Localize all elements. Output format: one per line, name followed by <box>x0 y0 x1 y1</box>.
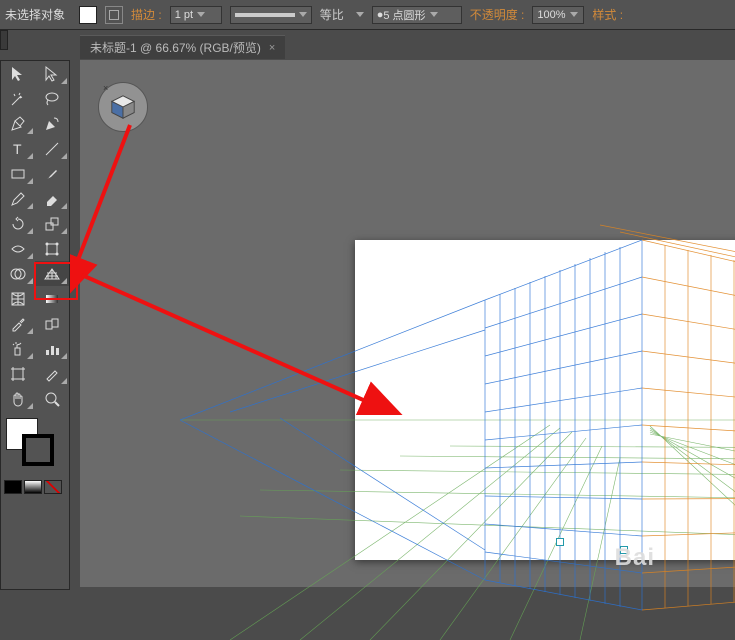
artboard <box>355 240 735 560</box>
tools-panel: T <box>0 60 70 590</box>
pen-tool[interactable] <box>1 111 35 136</box>
selection-tool[interactable] <box>1 61 35 86</box>
style-label: 样式 : <box>592 6 623 23</box>
color-mode-none[interactable] <box>44 480 62 494</box>
slice-tool[interactable] <box>35 361 69 386</box>
blend-tool[interactable] <box>35 311 69 336</box>
color-mode-gradient[interactable] <box>24 480 42 494</box>
paintbrush-tool[interactable] <box>35 161 69 186</box>
widget-close-icon[interactable]: × <box>103 83 108 93</box>
column-graph-tool[interactable] <box>35 336 69 361</box>
width-tool[interactable] <box>1 236 35 261</box>
options-bar: 未选择对象 描边 : 1 pt 等比 ● 5 点圆形 不透明度 : 100% 样… <box>0 0 735 30</box>
mesh-tool[interactable] <box>1 286 35 311</box>
symbol-sprayer-tool[interactable] <box>1 336 35 361</box>
perspective-plane-widget[interactable]: × <box>98 82 148 132</box>
svg-text:T: T <box>13 141 22 157</box>
perspective-cube-icon <box>109 93 137 121</box>
rectangle-tool[interactable] <box>1 161 35 186</box>
fill-swatch[interactable] <box>79 6 97 24</box>
artboard-tool[interactable] <box>1 361 35 386</box>
opacity-label: 不透明度 : <box>470 6 525 23</box>
canvas[interactable]: × <box>80 60 735 587</box>
pencil-tool[interactable] <box>1 186 35 211</box>
dash-field[interactable] <box>230 6 312 24</box>
stroke-color-icon[interactable] <box>22 434 54 466</box>
stroke-profile-field[interactable]: ● 5 点圆形 <box>372 6 462 24</box>
scale-dropdown-icon[interactable] <box>356 12 364 17</box>
rotate-tool[interactable] <box>1 211 35 236</box>
fill-stroke-control[interactable] <box>6 418 38 450</box>
color-mode-row <box>4 480 62 494</box>
line-tool[interactable] <box>35 136 69 161</box>
perspective-grid-tool[interactable] <box>35 261 69 286</box>
lasso-tool[interactable] <box>35 86 69 111</box>
shape-builder-tool[interactable] <box>1 261 35 286</box>
zoom-tool[interactable] <box>35 386 69 411</box>
hand-tool[interactable] <box>1 386 35 411</box>
gradient-tool[interactable] <box>35 286 69 311</box>
type-tool[interactable]: T <box>1 136 35 161</box>
curvature-tool[interactable] <box>35 111 69 136</box>
eraser-tool[interactable] <box>35 186 69 211</box>
opacity-field[interactable]: 100% <box>532 6 584 24</box>
document-tab[interactable]: 未标题-1 @ 66.67% (RGB/预览) × <box>80 35 285 59</box>
direct-selection-tool[interactable] <box>35 61 69 86</box>
close-tab-icon[interactable]: × <box>269 42 275 54</box>
watermark: Bai <box>615 544 655 572</box>
panel-handle[interactable] <box>0 30 8 50</box>
stroke-swatch[interactable] <box>105 6 123 24</box>
selection-status: 未选择对象 <box>5 6 71 23</box>
magic-wand-tool[interactable] <box>1 86 35 111</box>
stroke-weight-field[interactable]: 1 pt <box>170 6 222 24</box>
color-mode-solid[interactable] <box>4 480 22 494</box>
free-transform-tool[interactable] <box>35 236 69 261</box>
stroke-label: 描边 : <box>131 6 162 23</box>
scale-tool[interactable] <box>35 211 69 236</box>
scale-label: 等比 <box>320 6 344 23</box>
eyedropper-tool[interactable] <box>1 311 35 336</box>
grid-handle[interactable] <box>556 538 564 546</box>
document-title: 未标题-1 @ 66.67% (RGB/预览) <box>90 39 261 56</box>
